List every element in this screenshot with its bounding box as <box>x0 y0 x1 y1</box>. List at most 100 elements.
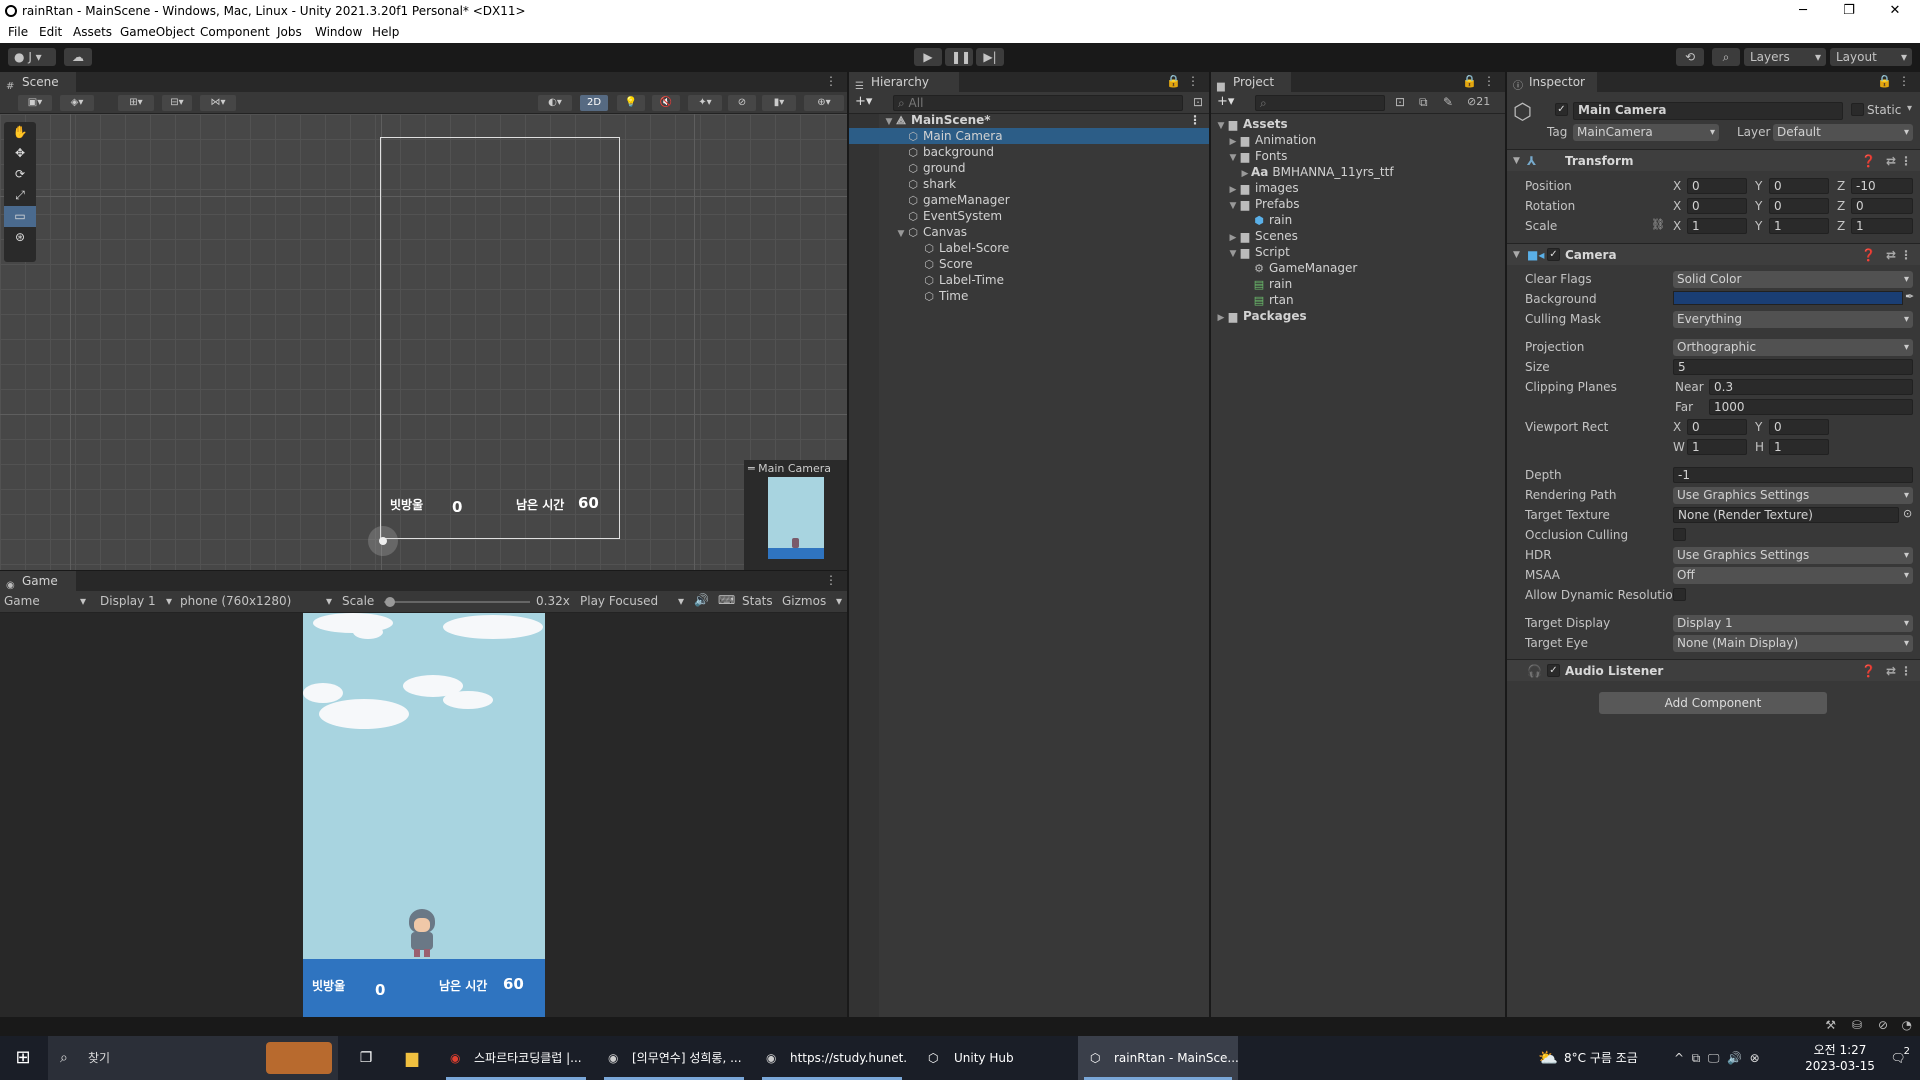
project-asset-gamemanager[interactable]: ⚙ GameManager <box>1211 260 1505 276</box>
object-name-field[interactable]: Main Camera <box>1573 102 1843 120</box>
tree-item-score[interactable]: ⬡ Score <box>849 256 1209 272</box>
far-field[interactable]: 1000 <box>1709 399 1913 415</box>
hidden-packages-count[interactable]: ⊘21 <box>1467 95 1490 108</box>
size-field[interactable]: 5 <box>1673 359 1913 375</box>
preset-icon[interactable]: ⇄ <box>1886 150 1896 172</box>
hidden-objects-button[interactable]: ⊘ <box>728 95 756 111</box>
auto-refresh-icon[interactable]: ⊘ <box>1878 1018 1888 1032</box>
transform-header[interactable]: ▼ ⅄ Transform ❓ ⇄ ⋮ <box>1507 149 1920 171</box>
background-color-field[interactable] <box>1673 291 1903 305</box>
focus-dropdown[interactable]: Play Focused ▾ <box>580 594 684 608</box>
viewport-h-field[interactable]: 1 <box>1769 439 1829 455</box>
game-view[interactable]: 빗방울 0 남은 시간 60 <box>303 613 545 1017</box>
projection-dropdown[interactable]: Orthographic <box>1673 339 1913 356</box>
position-x-field[interactable]: 0 <box>1687 178 1747 194</box>
kebab-menu-icon[interactable]: ⋮ <box>1898 74 1910 88</box>
tree-item-label-time[interactable]: ⬡ Label-Time <box>849 272 1209 288</box>
project-asset-rain-script[interactable]: ▤ rain <box>1211 276 1505 292</box>
minimize-button[interactable]: ─ <box>1780 0 1826 23</box>
render-mode-button[interactable]: ◈▾ <box>60 95 94 111</box>
task-unity-hub[interactable]: ⬡ Unity Hub <box>914 1036 1066 1080</box>
task-chrome-hunet[interactable]: ◉ https://study.hunet... <box>756 1036 908 1080</box>
mute-audio-icon[interactable]: 🔊 <box>694 593 709 607</box>
layout-dropdown[interactable]: Layout ▾ <box>1830 48 1912 66</box>
lock-icon[interactable]: 🔒 <box>1166 74 1181 88</box>
rect-tool-icon[interactable]: ▭ <box>4 206 36 227</box>
tree-item-main-camera[interactable]: ⬡ Main Camera <box>849 128 1209 144</box>
target-display-dropdown[interactable]: Display 1 <box>1673 615 1913 632</box>
file-explorer-icon[interactable]: ▆ <box>392 1036 432 1080</box>
chevron-down-icon[interactable]: ▼ <box>1513 244 1520 266</box>
effects-button[interactable]: ✦▾ <box>688 95 722 111</box>
increment-snap-button[interactable]: ⋈▾ <box>200 95 236 111</box>
project-asset-rtan-script[interactable]: ▤ rtan <box>1211 292 1505 308</box>
tree-scene-row[interactable]: ▼ ⟁ MainScene* ⋮ <box>849 112 1209 128</box>
menu-component[interactable]: Component <box>200 25 270 39</box>
tab-hierarchy[interactable]: ☰ Hierarchy <box>849 72 959 92</box>
help-icon[interactable]: ❓ <box>1861 660 1876 682</box>
tag-dropdown[interactable]: MainCamera <box>1573 124 1719 141</box>
task-unity-editor[interactable]: ⬡ rainRtan - MainSce... <box>1078 1036 1238 1080</box>
dynamic-resolution-checkbox[interactable] <box>1673 588 1686 601</box>
menu-gameobject[interactable]: GameObject <box>120 25 195 39</box>
scale-slider-thumb[interactable] <box>385 597 396 607</box>
resolution-dropdown[interactable]: phone (760x1280) ▾ <box>180 594 332 608</box>
grid-snap-button[interactable]: ⊟▾ <box>162 95 192 111</box>
display-dropdown[interactable]: Display 1 ▾ <box>100 594 172 608</box>
project-asset-font[interactable]: ▶ Aa BMHANNA_11yrs_ttf <box>1211 164 1505 180</box>
static-checkbox[interactable] <box>1851 103 1864 116</box>
lighting-button[interactable]: 💡 <box>617 95 645 111</box>
history-button[interactable]: ⟲ <box>1676 48 1704 66</box>
occlusion-culling-checkbox[interactable] <box>1673 528 1686 541</box>
project-folder-scenes[interactable]: ▶ ▆ Scenes <box>1211 228 1505 244</box>
culling-mask-dropdown[interactable]: Everything <box>1673 311 1913 328</box>
kebab-menu-icon[interactable]: ⋮ <box>1900 660 1912 682</box>
snap-button[interactable]: ⊞▾ <box>118 95 154 111</box>
gizmos-button[interactable]: ⊕▾ <box>804 95 844 111</box>
menu-window[interactable]: Window <box>315 25 362 39</box>
tree-item-ground[interactable]: ⬡ ground <box>849 160 1209 176</box>
hierarchy-search-input[interactable]: ⌕ All <box>893 95 1183 111</box>
notification-center[interactable]: 🗨 2 <box>1880 1036 1916 1080</box>
tree-item-shark[interactable]: ⬡ shark <box>849 176 1209 192</box>
scale-slider[interactable] <box>384 597 530 607</box>
layers-dropdown[interactable]: Layers ▾ <box>1744 48 1826 66</box>
menu-help[interactable]: Help <box>372 25 399 39</box>
scene-visibility-icon[interactable]: ⊡ <box>1193 95 1203 109</box>
rendering-path-dropdown[interactable]: Use Graphics Settings <box>1673 487 1913 504</box>
move-tool-icon[interactable]: ✥ <box>4 143 36 164</box>
close-button[interactable]: ✕ <box>1872 0 1918 23</box>
hdr-dropdown[interactable]: Use Graphics Settings <box>1673 547 1913 564</box>
scale-z-field[interactable]: 1 <box>1851 218 1913 234</box>
chevron-down-icon[interactable]: ▾ <box>1907 103 1912 114</box>
menu-jobs[interactable]: Jobs <box>277 25 302 39</box>
kebab-menu-icon[interactable]: ⋮ <box>1900 150 1912 172</box>
scale-tool-icon[interactable]: ⤢ <box>4 185 36 206</box>
tab-project[interactable]: ▆ Project <box>1211 72 1291 92</box>
task-chrome-sparta[interactable]: ◉ 스파르타코딩클럽 |... <box>440 1036 592 1080</box>
project-folder-packages[interactable]: ▶ ▆ Packages <box>1211 308 1505 324</box>
stats-button[interactable]: Stats <box>742 594 773 608</box>
rotation-y-field[interactable]: 0 <box>1769 198 1829 214</box>
target-texture-field[interactable]: None (Render Texture) <box>1673 507 1899 523</box>
kebab-menu-icon[interactable]: ⋮ <box>1900 244 1912 266</box>
tree-item-label-score[interactable]: ⬡ Label-Score <box>849 240 1209 256</box>
project-folder-animation[interactable]: ▶ ▆ Animation <box>1211 132 1505 148</box>
step-button[interactable]: ▶| <box>976 48 1004 66</box>
msaa-dropdown[interactable]: Off <box>1673 567 1913 584</box>
favorite-icon[interactable]: ✎ <box>1443 95 1453 109</box>
kebab-menu-icon[interactable]: ⋮ <box>1187 74 1199 88</box>
help-icon[interactable]: ❓ <box>1861 150 1876 172</box>
kebab-menu-icon[interactable]: ⋮ <box>825 573 837 587</box>
near-field[interactable]: 0.3 <box>1709 379 1913 395</box>
rotate-tool-icon[interactable]: ⟳ <box>4 164 36 185</box>
tree-item-gamemanager[interactable]: ⬡ gameManager <box>849 192 1209 208</box>
system-tray-icons[interactable]: ^ ⧉ 🖵 🔊 ⊗ <box>1674 1036 1784 1080</box>
project-folder-assets[interactable]: ▼ ▆ Assets <box>1211 116 1505 132</box>
clear-flags-dropdown[interactable]: Solid Color <box>1673 271 1913 288</box>
shading-button[interactable]: ◐▾ <box>538 95 572 111</box>
rotation-x-field[interactable]: 0 <box>1687 198 1747 214</box>
kebab-menu-icon[interactable]: ⋮ <box>825 74 837 88</box>
tree-item-eventsystem[interactable]: ⬡ EventSystem <box>849 208 1209 224</box>
layer-dropdown[interactable]: Default <box>1773 124 1913 141</box>
